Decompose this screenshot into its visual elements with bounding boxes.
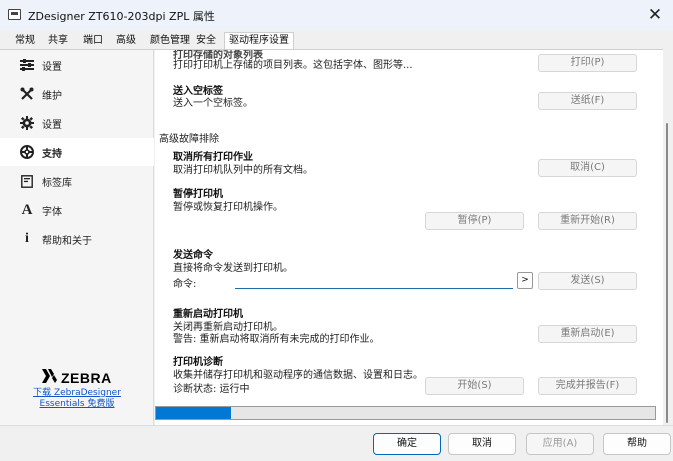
restart-button[interactable]: 重新启动(E) (538, 325, 637, 343)
tab-sharing[interactable]: 共享 (46, 33, 70, 49)
resume-button[interactable]: 重新开始(R) (538, 212, 637, 230)
tab-security[interactable]: 安全 (194, 33, 218, 49)
finish-report-button[interactable]: 完成并报告(F) (538, 377, 637, 395)
sidebar-item-settings[interactable]: 设置 (0, 51, 154, 79)
info-icon: i (25, 231, 29, 246)
font-icon: A (21, 201, 33, 218)
lifebuoy-icon (20, 145, 34, 159)
sidebar-item-label-library[interactable]: 标签库 (0, 167, 154, 195)
print-objects-button[interactable]: 打印(P) (538, 54, 637, 72)
dialog-footer: 确定 取消 应用(A) 帮助 (0, 425, 673, 461)
sidebar-item-label: 设置 (42, 119, 62, 131)
download-designer-link-line2[interactable]: Essentials 免费版 (0, 399, 154, 410)
tab-color-management[interactable]: 颜色管理 (148, 33, 192, 49)
tab-advanced[interactable]: 高级 (113, 33, 139, 49)
help-button[interactable]: 帮助 (603, 433, 671, 455)
vertical-scrollbar[interactable] (663, 50, 673, 425)
printer-icon (8, 9, 21, 20)
tab-general[interactable]: 常规 (14, 33, 36, 49)
feed-button[interactable]: 送纸(F) (538, 92, 637, 110)
sidebar-item-fonts[interactable]: A 字体 (0, 196, 154, 224)
restart-warning: 警告: 重新启动将取消所有未完成的打印作业。 (173, 334, 380, 345)
scrollbar-thumb[interactable] (666, 123, 668, 423)
pause-button[interactable]: 暂停(P) (425, 212, 524, 230)
ok-button[interactable]: 确定 (373, 433, 441, 455)
pause-printer-desc: 暂停或恢复打印机操作。 (173, 202, 283, 213)
sidebar-item-label: 字体 (42, 206, 62, 218)
sidebar-item-setup[interactable]: 设置 (0, 109, 154, 137)
zebra-wordmark: ZEBRA (61, 370, 112, 386)
sidebar-item-label: 设置 (42, 61, 62, 73)
sidebar: 设置 维护 设置 支持 标签库 A 字体 i 帮助和关于 ZEBRA 下载 Ze… (0, 50, 154, 425)
zebra-head-icon (40, 368, 58, 388)
window-title: ZDesigner ZT610-203dpi ZPL 属性 (28, 10, 215, 23)
sidebar-item-label: 标签库 (42, 177, 72, 189)
diagnostics-progress-bar (155, 406, 656, 420)
sidebar-item-label: 支持 (42, 148, 62, 160)
download-designer-link[interactable]: 下载 ZebraDesigner (0, 388, 154, 399)
feed-blank-desc: 送入一个空标签。 (173, 98, 253, 109)
command-input[interactable] (235, 272, 513, 289)
progress-fill (156, 407, 231, 419)
sidebar-item-label: 帮助和关于 (42, 235, 92, 247)
cancel-button[interactable]: 取消 (448, 433, 516, 455)
advanced-troubleshooting-header: 高级故障排除 (159, 134, 219, 145)
tab-strip: 常规 共享 端口 高级 颜色管理 安全 驱动程序设置 (0, 32, 673, 50)
title-bar: ZDesigner ZT610-203dpi ZPL 属性 ✕ (0, 0, 673, 30)
sliders-icon (20, 58, 34, 72)
sidebar-item-support[interactable]: 支持 (0, 138, 154, 166)
tab-ports[interactable]: 端口 (81, 33, 105, 49)
sidebar-item-help-about[interactable]: i 帮助和关于 (0, 225, 154, 253)
apply-button[interactable]: 应用(A) (526, 433, 594, 455)
cancel-jobs-button[interactable]: 取消(C) (538, 159, 637, 177)
start-diagnostics-button[interactable]: 开始(S) (425, 377, 524, 395)
command-history-button[interactable]: > (517, 272, 533, 289)
tab-driver-settings[interactable]: 驱动程序设置 (224, 32, 294, 50)
close-button[interactable]: ✕ (641, 3, 669, 27)
command-label: 命令: (173, 279, 197, 290)
sidebar-item-maintenance[interactable]: 维护 (0, 80, 154, 108)
sidebar-item-label: 维护 (42, 90, 62, 102)
cancel-all-desc: 取消打印机队列中的所有文档。 (173, 165, 313, 176)
zebra-logo: ZEBRA (40, 368, 112, 388)
diagnostics-status: 诊断状态: 运行中 (173, 384, 250, 395)
support-panel: 打印存储的对象列表 打印打印机上存储的项目列表。这包括字体、图形等... 打印(… (155, 50, 663, 425)
gear-icon (20, 116, 34, 130)
stored-objects-desc: 打印打印机上存储的项目列表。这包括字体、图形等... (173, 60, 413, 71)
diagnostics-desc: 收集并储存打印机和驱动程序的通信数据、设置和日志。 (173, 370, 423, 381)
label-library-icon (20, 174, 34, 188)
tools-icon (20, 87, 34, 101)
send-button[interactable]: 发送(S) (538, 272, 637, 290)
